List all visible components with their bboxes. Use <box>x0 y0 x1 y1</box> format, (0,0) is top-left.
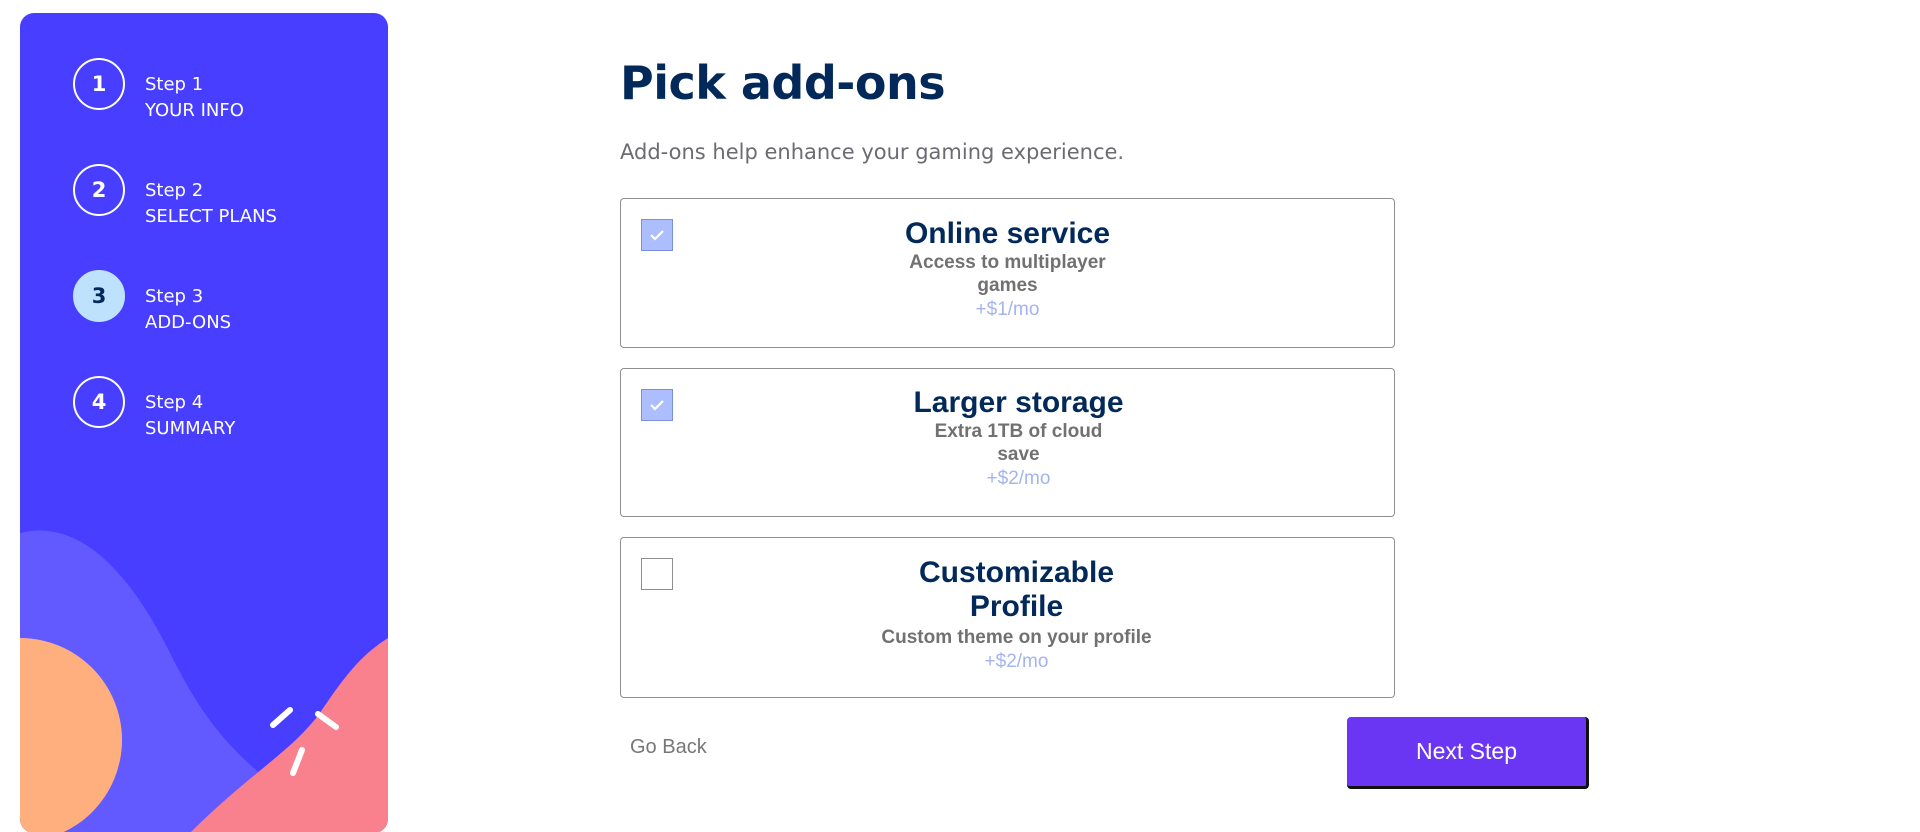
step-1-label: Step 1 <box>145 74 204 95</box>
sidebar: 1 Step 1 YOUR INFO 2 Step 2 SELECT PLANS… <box>20 13 388 832</box>
addon-online-service[interactable]: Online service Access to multiplayer gam… <box>620 198 1395 348</box>
step-3-label: Step 3 <box>145 286 204 307</box>
step-4-number: 4 <box>73 376 125 428</box>
step-1-name: YOUR INFO <box>145 100 244 121</box>
addon-title: Larger storage <box>913 386 1124 419</box>
addon-desc-line-2: games <box>977 275 1038 296</box>
addon-price: +$1/mo <box>975 299 1040 320</box>
step-4: 4 Step 4 SUMMARY <box>73 376 235 442</box>
step-2-name: SELECT PLANS <box>145 206 277 227</box>
step-2-number: 2 <box>73 164 125 216</box>
addon-title: Online service <box>904 217 1111 250</box>
addon-title-line-1: Customizable <box>918 556 1115 589</box>
addon-title-line-2: Profile <box>969 590 1064 623</box>
addon-desc-line-1: Access to multiplayer <box>909 252 1106 273</box>
step-3-name: ADD-ONS <box>145 312 232 333</box>
addon-desc-line-1: Extra 1TB of cloud <box>934 421 1103 442</box>
sparkle-line-1 <box>270 707 293 728</box>
step-2: 2 Step 2 SELECT PLANS <box>73 164 277 230</box>
addon-price: +$2/mo <box>984 651 1049 672</box>
step-2-label: Step 2 <box>145 180 204 201</box>
addon-desc: Custom theme on your profile <box>881 627 1152 648</box>
go-back-link[interactable]: Go Back <box>630 736 707 759</box>
step-4-label: Step 4 <box>145 392 204 413</box>
step-4-name: SUMMARY <box>145 418 236 439</box>
step-3-number: 3 <box>73 270 125 322</box>
step-1: 1 Step 1 YOUR INFO <box>73 58 244 124</box>
addon-price: +$2/mo <box>986 468 1051 489</box>
step-1-number: 1 <box>73 58 125 110</box>
addon-larger-storage[interactable]: Larger storage Extra 1TB of cloud save +… <box>620 368 1395 517</box>
page-subtitle: Add-ons help enhance your gaming experie… <box>620 140 1125 164</box>
page-title: Pick add-ons <box>620 56 946 110</box>
step-3: 3 Step 3 ADD-ONS <box>73 270 231 336</box>
addon-customizable-profile[interactable]: Customizable Profile Custom theme on you… <box>620 537 1395 698</box>
addon-desc-line-2: save <box>997 444 1040 465</box>
next-step-button[interactable]: Next Step <box>1347 717 1589 789</box>
